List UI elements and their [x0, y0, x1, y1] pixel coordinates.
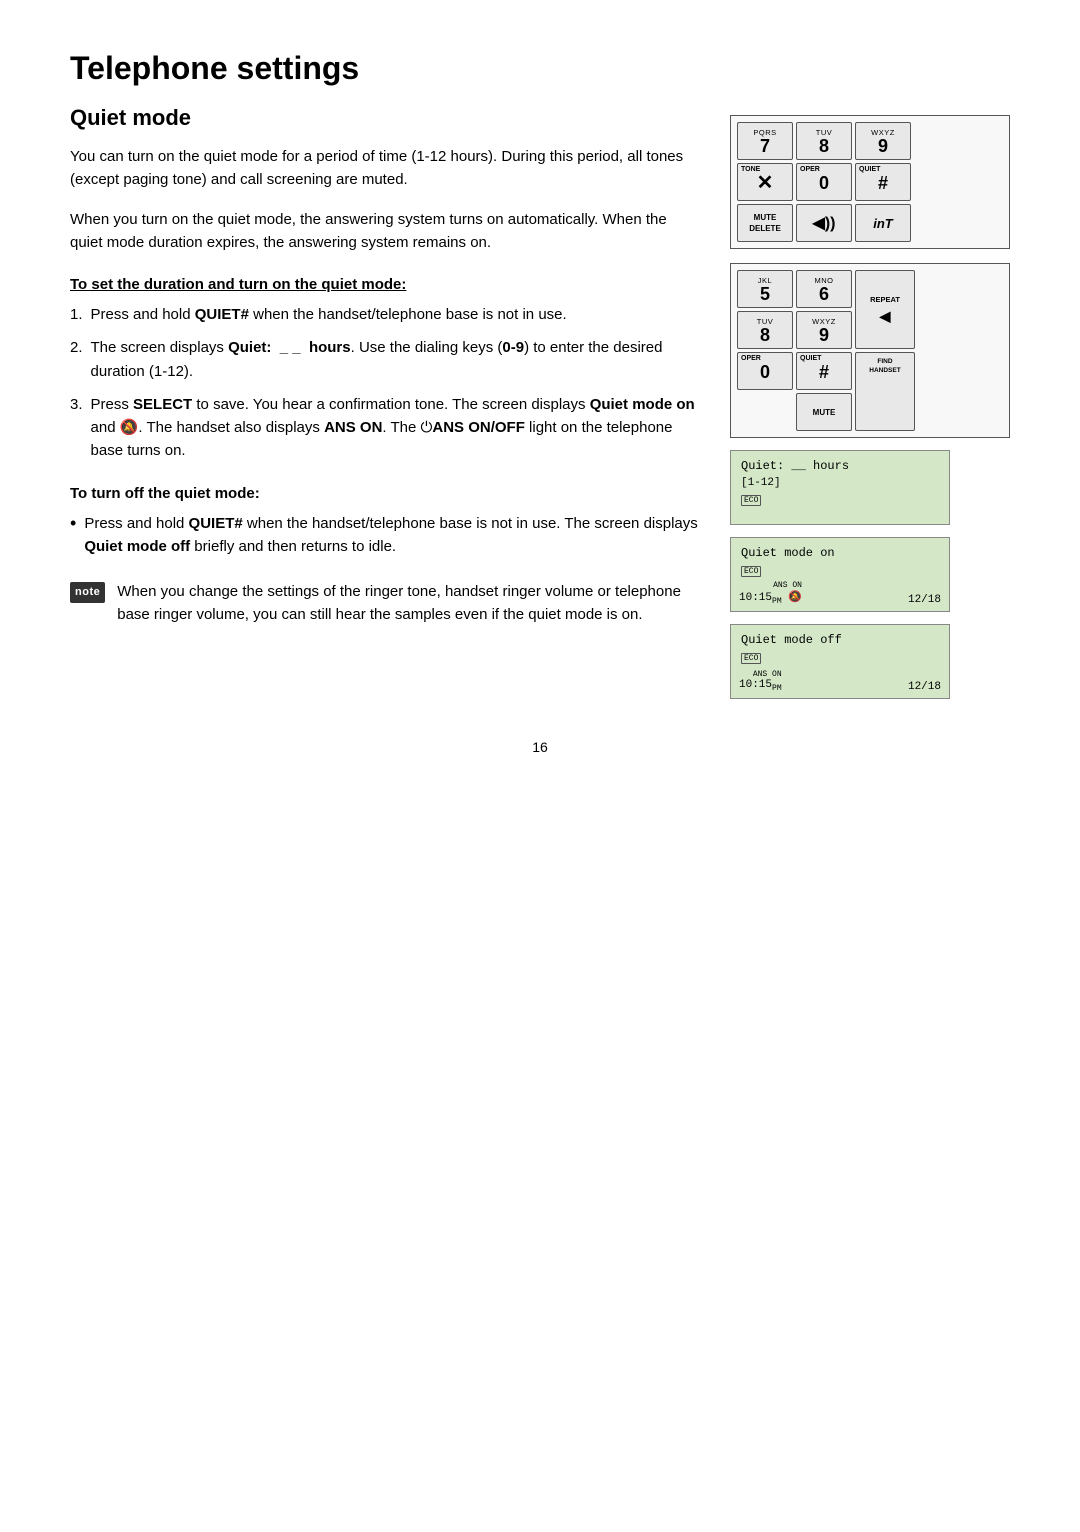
screen3-bottom-left: ANS ON 10:15PM [739, 670, 782, 693]
eco-icon-2: ECO [741, 566, 761, 577]
key-find-label: FINDHANDSET [869, 357, 900, 375]
key-oper-0: OPER 0 [796, 163, 852, 201]
key-6: MNO 6 [796, 270, 852, 308]
key-speaker-icon: ◀)) [813, 216, 836, 232]
key-repeat-label: REPEAT [870, 295, 900, 304]
key-int-label: inT [873, 216, 893, 231]
screen-display-1: Quiet: __ hours [1-12] ECO [730, 450, 950, 525]
step-2: 2. The screen displays Quiet: _ _ hours.… [70, 336, 700, 383]
step-2-num: 2. [70, 336, 83, 383]
screen3-bottom: ANS ON 10:15PM 12/18 [739, 670, 941, 693]
key-mute-delete-label: MUTEDELETE [749, 213, 781, 234]
key-quiet-main: # [878, 174, 888, 192]
key-5-main: 5 [760, 285, 770, 303]
eco-icon-1: ECO [741, 495, 761, 506]
step-1-num: 1. [70, 303, 83, 326]
keypad-top-diagram: PQRS 7 TUV 8 WXYZ 9 TONE ✕ OPER [730, 115, 1010, 249]
key-mute-lower-label: MUTE [813, 408, 836, 417]
key-8-lower: TUV 8 [737, 311, 793, 349]
screen3-date: 12/18 [908, 681, 941, 693]
key-find-handset: FINDHANDSET [855, 352, 915, 431]
screen3-eco: ECO [741, 653, 939, 664]
key-6-main: 6 [819, 285, 829, 303]
screen1-line1: Quiet: __ hours [741, 459, 939, 473]
screen2-eco: ECO [741, 566, 939, 577]
key-tone-main: ✕ [757, 173, 774, 193]
bullet-list: Press and hold QUIET# when the handset/t… [70, 512, 700, 559]
key-9-top: WXYZ 9 [855, 122, 911, 160]
key-tone-label: TONE [741, 166, 760, 173]
screen1-eco: ECO [741, 495, 939, 506]
screen3-time: 10:15PM [739, 679, 782, 693]
bullet-item-1-text: Press and hold QUIET# when the handset/t… [84, 512, 700, 559]
step-2-text: The screen displays Quiet: _ _ hours. Us… [91, 336, 700, 383]
intro-paragraph-2: When you turn on the quiet mode, the ans… [70, 208, 700, 255]
step-3-text: Press SELECT to save. You hear a confirm… [91, 393, 700, 463]
bullet-item-1: Press and hold QUIET# when the handset/t… [70, 512, 700, 559]
screen-display-2: Quiet mode on ECO ANS ON 10:15PM 🔕 12/18 [730, 537, 950, 612]
key-quiet-lower-main: # [819, 363, 829, 381]
section-title: Quiet mode [70, 105, 700, 131]
note-label: note [70, 582, 105, 603]
key-quiet-lower-label: QUIET [800, 355, 821, 362]
eco-icon-3: ECO [741, 653, 761, 664]
key-tone: TONE ✕ [737, 163, 793, 201]
key-empty [737, 393, 793, 431]
key-quiet-label: QUIET [859, 166, 880, 173]
key-oper-label: OPER [800, 166, 820, 173]
step-3: 3. Press SELECT to save. You hear a conf… [70, 393, 700, 463]
turn-off-heading: To turn off the quiet mode: [70, 485, 700, 502]
keypad-top-grid: PQRS 7 TUV 8 WXYZ 9 TONE ✕ OPER [737, 122, 1003, 242]
key-oper-0-lower: OPER 0 [737, 352, 793, 390]
right-column: PQRS 7 TUV 8 WXYZ 9 TONE ✕ OPER [730, 115, 1010, 699]
keypad-lower-diagram: JKL 5 MNO 6 REPEAT ◀ TUV 8 WXYZ [730, 263, 1010, 438]
key-8-top-main: 8 [819, 137, 829, 155]
key-9-top-main: 9 [878, 137, 888, 155]
key-7-main: 7 [760, 137, 770, 155]
page-number: 16 [70, 739, 1010, 755]
screen1-line2: [1-12] [741, 477, 939, 489]
screen2-line1: Quiet mode on [741, 546, 939, 560]
screen2-date: 12/18 [908, 594, 941, 606]
left-column: Quiet mode You can turn on the quiet mod… [70, 105, 700, 627]
page-title: Telephone settings [70, 50, 1010, 87]
key-repeat-arrow: ◀ [880, 308, 891, 325]
key-quiet-lower: QUIET # [796, 352, 852, 390]
screen2-time: 10:15PM 🔕 [739, 590, 802, 606]
key-9-lower-main: 9 [819, 326, 829, 344]
note-box: note When you change the settings of the… [70, 580, 700, 627]
key-5: JKL 5 [737, 270, 793, 308]
set-duration-heading: To set the duration and turn on the quie… [70, 276, 700, 293]
key-7: PQRS 7 [737, 122, 793, 160]
screen-display-3: Quiet mode off ECO ANS ON 10:15PM 12/18 [730, 624, 950, 699]
key-oper-lower-main: 0 [760, 363, 770, 381]
step-3-num: 3. [70, 393, 83, 463]
key-quiet-hash: QUIET # [855, 163, 911, 201]
key-speaker: ◀)) [796, 204, 852, 242]
step-1: 1. Press and hold QUIET# when the handse… [70, 303, 700, 326]
screen3-ans-on: ANS ON [739, 670, 782, 679]
key-int: inT [855, 204, 911, 242]
key-oper-lower-label: OPER [741, 355, 761, 362]
intro-paragraph-1: You can turn on the quiet mode for a per… [70, 145, 700, 192]
note-text: When you change the settings of the ring… [117, 580, 700, 627]
key-9-lower: WXYZ 9 [796, 311, 852, 349]
key-repeat: REPEAT ◀ [855, 270, 915, 349]
key-mute-lower: MUTE [796, 393, 852, 431]
screen2-bottom-left: ANS ON 10:15PM 🔕 [739, 581, 802, 606]
step-1-text: Press and hold QUIET# when the handset/t… [91, 303, 567, 326]
key-8-lower-main: 8 [760, 326, 770, 344]
key-oper-main: 0 [819, 174, 829, 192]
key-8-top: TUV 8 [796, 122, 852, 160]
screen2-ans-on: ANS ON [739, 581, 802, 590]
screen3-line1: Quiet mode off [741, 633, 939, 647]
key-mute-delete: MUTEDELETE [737, 204, 793, 242]
steps-list: 1. Press and hold QUIET# when the handse… [70, 303, 700, 463]
screen2-bottom: ANS ON 10:15PM 🔕 12/18 [739, 581, 941, 606]
keypad-lower-grid: JKL 5 MNO 6 REPEAT ◀ TUV 8 WXYZ [737, 270, 1003, 431]
